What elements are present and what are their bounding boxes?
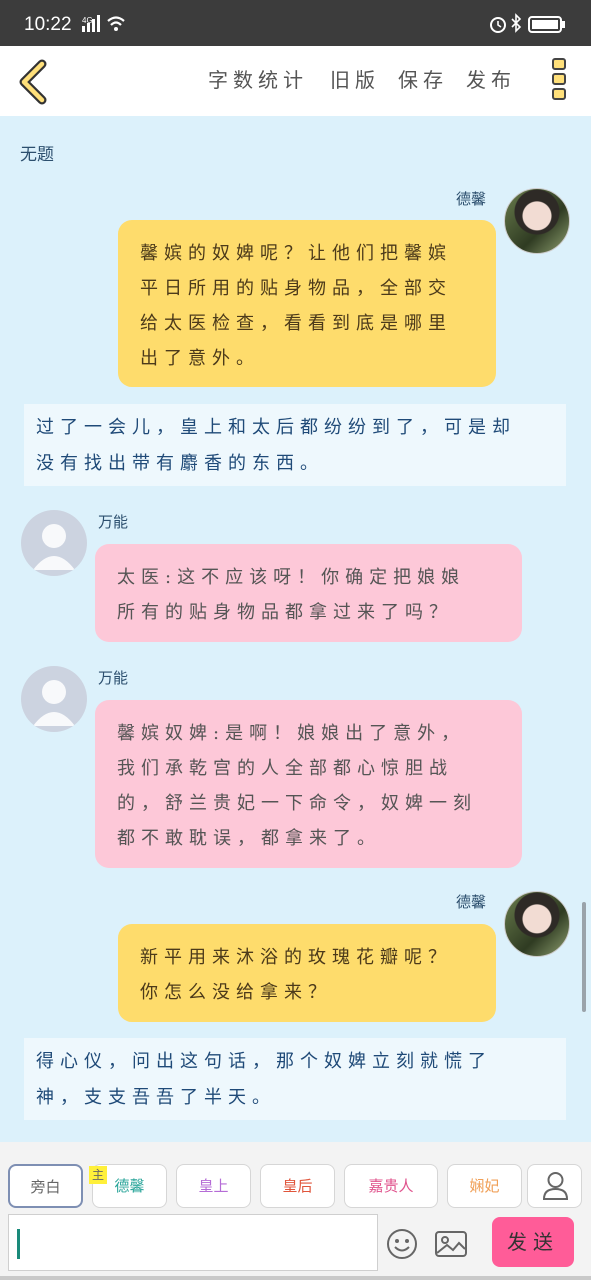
main-role-badge: 主	[89, 1166, 107, 1184]
more-menu-icon[interactable]	[548, 58, 570, 106]
old-version-button[interactable]: 旧版	[330, 64, 380, 93]
role-label: 皇后	[282, 1177, 313, 1195]
role-button-emperor[interactable]: 皇上	[176, 1164, 251, 1208]
word-count-button[interactable]: 字数统计	[208, 64, 308, 93]
back-arrow-icon[interactable]	[12, 58, 56, 106]
avatar[interactable]	[21, 666, 87, 732]
role-label: 皇上	[198, 1177, 229, 1195]
role-label: 娴妃	[469, 1177, 500, 1195]
default-avatar-icon	[33, 680, 75, 726]
message-input[interactable]	[8, 1214, 378, 1271]
message-bubble[interactable]: 太医:这不应该呀！你确定把娘娘 所有的贴身物品都拿过来了吗？	[95, 544, 522, 642]
emoji-icon[interactable]	[386, 1228, 418, 1260]
signal-icon: 4G	[82, 15, 125, 32]
message-line: 馨嫔奴婢:是啊！娘娘出了意外，	[117, 723, 466, 744]
message-line: 馨嫔的奴婢呢？让他们把馨嫔	[140, 243, 452, 264]
message-line: 的，舒兰贵妃一下命令，奴婢一刻	[117, 793, 477, 814]
narration-block[interactable]: 得心仪，问出这句话，那个奴婢立刻就慌了 神，支支吾吾了半天。	[24, 1038, 566, 1120]
role-button-xianfei[interactable]: 娴妃	[447, 1164, 522, 1208]
message-line: 给太医检查，看看到底是哪里	[140, 313, 452, 334]
narration-block[interactable]: 过了一会儿，皇上和太后都纷纷到了，可是却 没有找出带有麝香的东西。	[24, 404, 566, 486]
battery-icon	[528, 16, 565, 33]
message-line: 所有的贴身物品都拿过来了吗？	[117, 602, 453, 623]
message-line: 新平用来沐浴的玫瑰花瓣呢？	[140, 947, 452, 968]
avatar[interactable]	[504, 188, 570, 254]
message-line: 都不敢耽误，都拿来了。	[117, 828, 381, 849]
publish-button[interactable]: 发布	[466, 64, 516, 93]
narration-line: 神，支支吾吾了半天。	[36, 1087, 276, 1108]
message-line: 我们承乾宫的人全部都心惊胆战	[117, 758, 453, 779]
save-button[interactable]: 保存	[398, 64, 448, 93]
message-line: 出了意外。	[140, 348, 260, 369]
text-caret	[17, 1229, 20, 1259]
message-bubble[interactable]: 馨嫔奴婢:是啊！娘娘出了意外， 我们承乾宫的人全部都心惊胆战 的，舒兰贵妃一下命…	[95, 700, 522, 868]
editor-toolbar: 字数统计 旧版 保存 发布	[0, 46, 591, 116]
clock: 10:22	[24, 14, 72, 35]
speaker-name: 德馨	[456, 190, 487, 208]
alarm-icon	[490, 17, 506, 33]
role-label: 德馨	[114, 1177, 145, 1195]
avatar[interactable]	[504, 891, 570, 957]
role-manage-button[interactable]	[527, 1164, 582, 1208]
status-bar: 10:22 4G	[0, 0, 591, 46]
message-line: 太医:这不应该呀！你确定把娘娘	[117, 567, 466, 588]
speaker-name: 德馨	[456, 893, 487, 911]
message-bubble[interactable]: 新平用来沐浴的玫瑰花瓣呢？ 你怎么没给拿来？	[118, 924, 496, 1022]
message-line: 平日所用的贴身物品，全部交	[140, 278, 452, 299]
speaker-name: 万能	[98, 513, 129, 531]
role-label: 旁白	[30, 1178, 61, 1196]
role-label: 嘉贵人	[368, 1177, 414, 1195]
speaker-name: 万能	[98, 669, 129, 687]
user-icon	[542, 1172, 569, 1200]
role-button-empress[interactable]: 皇后	[260, 1164, 335, 1208]
avatar[interactable]	[21, 510, 87, 576]
image-icon[interactable]	[434, 1228, 468, 1260]
message-bubble[interactable]: 馨嫔的奴婢呢？让他们把馨嫔 平日所用的贴身物品，全部交 给太医检查，看看到底是哪…	[118, 220, 496, 387]
input-bar: 旁白 德馨 主 皇上 皇后 嘉贵人 娴妃 发送	[0, 1142, 591, 1280]
default-avatar-icon	[33, 524, 75, 570]
navigation-strip	[0, 1276, 591, 1280]
send-button[interactable]: 发送	[492, 1217, 574, 1267]
role-button-jiaguiren[interactable]: 嘉贵人	[344, 1164, 438, 1208]
narration-line: 得心仪，问出这句话，那个奴婢立刻就慌了	[36, 1051, 492, 1072]
role-button-narrator[interactable]: 旁白	[8, 1164, 83, 1208]
status-icons	[490, 13, 565, 33]
narration-line: 过了一会儿，皇上和太后都纷纷到了，可是却	[36, 417, 516, 438]
bluetooth-icon	[511, 13, 522, 33]
story-title[interactable]: 无题	[20, 140, 54, 165]
scrollbar[interactable]	[582, 902, 586, 1012]
narration-line: 没有找出带有麝香的东西。	[36, 453, 324, 474]
story-chat-area[interactable]: 无题 德馨 馨嫔的奴婢呢？让他们把馨嫔 平日所用的贴身物品，全部交 给太医检查，…	[0, 116, 591, 1142]
message-line: 你怎么没给拿来？	[140, 982, 332, 1003]
